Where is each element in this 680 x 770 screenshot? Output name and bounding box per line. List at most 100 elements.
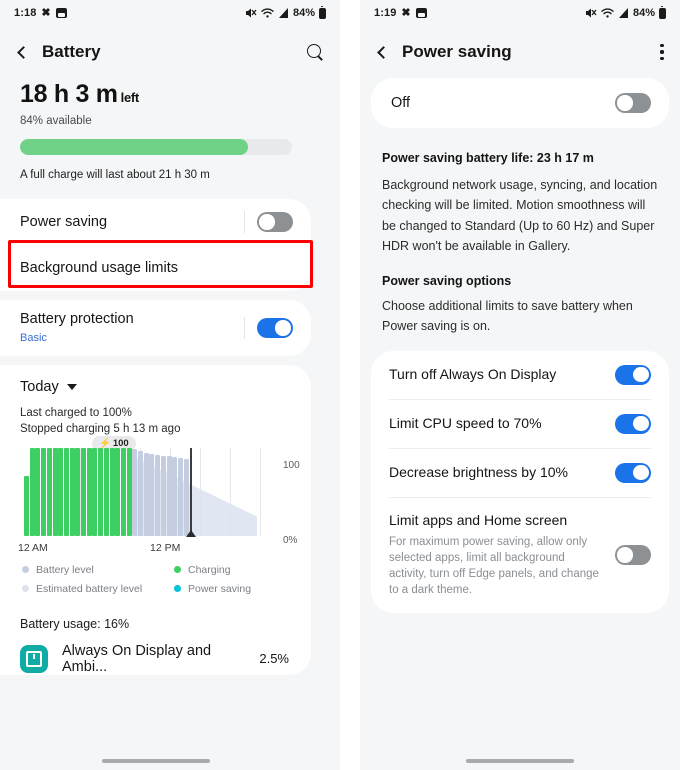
nav-gesture-bar-left[interactable] xyxy=(0,759,340,763)
battery-protection-toggle[interactable] xyxy=(257,318,293,338)
app-usage-name: Always On Display and Ambi... xyxy=(62,642,212,675)
power-saving-info: Power saving battery life: 23 h 17 m Bac… xyxy=(360,137,680,274)
battery-protection-label: Battery protection xyxy=(20,311,134,327)
chart-plot-area xyxy=(20,447,275,537)
x-app-icon-right: ✖ xyxy=(401,6,411,19)
option-turn-off-aod-label: Turn off Always On Display xyxy=(389,365,557,382)
chart-bar xyxy=(143,452,149,536)
power-saving-screen: 1:19 ✖ 84% Power saving Off Power saving… xyxy=(360,0,680,770)
time-remaining-value: 18 h 3 m xyxy=(20,80,118,108)
status-bar-right-left-group: 1:19 ✖ xyxy=(374,7,427,19)
chart-bar xyxy=(58,447,64,536)
chart-bar xyxy=(86,447,92,536)
row-divider xyxy=(244,211,245,233)
mute-icon xyxy=(245,8,257,18)
gallery-icon-right xyxy=(415,8,427,18)
legend-column-1: Battery level Estimated battery level xyxy=(22,564,174,595)
status-battery-percent: 84% xyxy=(292,7,315,19)
option-limit-apps-text: Limit apps and Home screen For maximum p… xyxy=(389,512,615,599)
status-bar-right-right-group: 84% xyxy=(584,5,666,19)
search-icon[interactable] xyxy=(307,43,324,61)
master-toggle-label: Off xyxy=(391,95,411,111)
row-background-usage-limits[interactable]: Background usage limits xyxy=(0,245,311,291)
legend-item-charging: Charging xyxy=(174,564,251,576)
charge-info: Last charged to 100% Stopped charging 5 … xyxy=(0,395,311,438)
app-usage-percent: 2.5% xyxy=(259,651,289,667)
today-period-selector[interactable]: Today xyxy=(0,365,311,395)
signal-icon-right xyxy=(618,8,628,18)
chart-bar xyxy=(75,447,81,536)
option-limit-apps-toggle[interactable] xyxy=(615,545,651,566)
today-card: Today Last charged to 100% Stopped charg… xyxy=(0,365,311,675)
chevron-down-icon[interactable] xyxy=(66,384,77,390)
kebab-menu-icon[interactable] xyxy=(660,44,664,60)
legend-item-estimated-battery-level: Estimated battery level xyxy=(22,583,174,595)
chart-bar xyxy=(63,447,69,536)
legend-dot-charging xyxy=(174,566,181,574)
chart-bar xyxy=(98,447,104,536)
row-battery-protection[interactable]: Battery protection Basic xyxy=(0,300,311,356)
always-on-display-icon xyxy=(20,644,48,673)
back-chevron-icon[interactable] xyxy=(17,45,30,59)
status-bar-right-group: 84% xyxy=(244,5,326,19)
master-power-saving-toggle[interactable] xyxy=(615,93,651,113)
chart-bar xyxy=(35,447,41,536)
list-item-app-usage[interactable]: Always On Display and Ambi... 2.5% xyxy=(0,631,311,675)
option-limit-cpu-toggle[interactable] xyxy=(615,413,651,434)
option-limit-apps[interactable]: Limit apps and Home screen For maximum p… xyxy=(371,498,669,613)
time-remaining-suffix: left xyxy=(120,90,140,105)
gallery-icon xyxy=(55,8,67,18)
battery-usage-total: Battery usage: 16% xyxy=(20,616,130,631)
chart-bar xyxy=(115,447,121,536)
option-limit-cpu-label: Limit CPU speed to 70% xyxy=(389,414,542,431)
option-limit-apps-desc: For maximum power saving, allow only sel… xyxy=(389,535,599,597)
app-bar-left: Battery xyxy=(0,26,340,78)
battery-chart: ⚡ 100 100 0% 12 AM 12 PM xyxy=(0,435,311,556)
power-saving-master-card: Off xyxy=(371,78,669,128)
option-turn-off-aod-toggle[interactable] xyxy=(615,364,651,385)
screenshot-root: 1:18 ✖ 84% Battery 18 h 3 m left 84% ava… xyxy=(0,0,680,770)
chart-bar xyxy=(172,457,178,536)
chart-bar xyxy=(24,475,29,536)
wifi-icon xyxy=(261,8,274,18)
legend-dot-battery-level xyxy=(22,566,29,574)
chart-bar xyxy=(92,447,98,536)
app-bar-right: Power saving xyxy=(360,26,680,78)
row-power-saving[interactable]: Power saving xyxy=(0,199,311,245)
legend-dot-power-saving xyxy=(174,585,181,593)
nav-gesture-bar-right[interactable] xyxy=(360,759,680,763)
power-saving-toggle[interactable] xyxy=(257,212,293,232)
legend-column-2: Charging Power saving xyxy=(174,564,251,595)
option-limit-apps-label: Limit apps and Home screen xyxy=(389,511,568,528)
signal-icon xyxy=(278,8,288,18)
battery-protection-sub: Basic xyxy=(20,332,47,344)
page-title-right: Power saving xyxy=(402,42,512,61)
status-bar-left-group: 1:18 ✖ xyxy=(14,7,67,19)
x-axis-label-mid: 12 PM xyxy=(150,541,181,554)
back-chevron-icon-right[interactable] xyxy=(377,45,390,59)
legend-label-charging: Charging xyxy=(188,563,231,576)
legend-label-power-saving: Power saving xyxy=(188,582,252,595)
option-limit-cpu[interactable]: Limit CPU speed to 70% xyxy=(371,400,669,448)
battery-screen: 1:18 ✖ 84% Battery 18 h 3 m left 84% ava… xyxy=(0,0,340,770)
chart-bar xyxy=(46,447,52,536)
chart-now-marker xyxy=(186,529,196,537)
chart-now-line xyxy=(190,447,192,536)
chart-bar xyxy=(52,447,58,536)
chart-bar xyxy=(69,447,75,536)
option-turn-off-aod-text: Turn off Always On Display xyxy=(389,366,615,384)
y-axis-top-label: 100 xyxy=(283,459,300,471)
power-saving-options-card: Turn off Always On Display Limit CPU spe… xyxy=(371,350,669,613)
option-decrease-brightness[interactable]: Decrease brightness by 10% xyxy=(371,449,669,497)
battery-progress-fill xyxy=(20,139,249,155)
option-turn-off-aod[interactable]: Turn off Always On Display xyxy=(371,351,669,399)
option-decrease-brightness-toggle[interactable] xyxy=(615,462,651,483)
row-power-saving-label: Power saving xyxy=(20,214,108,230)
stopped-charging-text: Stopped charging 5 h 13 m ago xyxy=(20,423,181,436)
mute-icon-right xyxy=(585,8,597,18)
row-power-saving-master[interactable]: Off xyxy=(371,78,669,128)
chart-bar xyxy=(155,454,161,536)
last-charged-text: Last charged to 100% xyxy=(20,407,132,419)
chart-bar xyxy=(160,455,166,536)
